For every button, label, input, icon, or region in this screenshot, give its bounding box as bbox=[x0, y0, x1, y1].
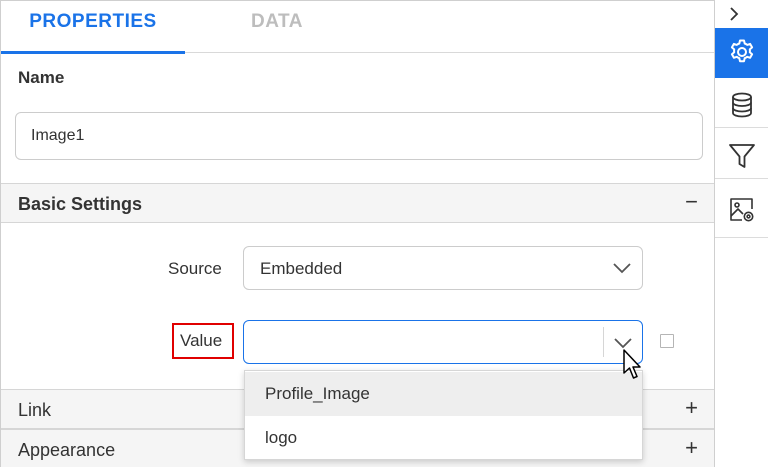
dropdown-option-logo[interactable]: logo bbox=[245, 416, 642, 460]
source-dropdown[interactable]: Embedded bbox=[243, 246, 643, 290]
dropdown-option-profile-image[interactable]: Profile_Image bbox=[245, 372, 642, 416]
source-label: Source bbox=[168, 259, 222, 278]
collapse-minus-icon[interactable]: − bbox=[685, 189, 698, 215]
basic-settings-header[interactable]: Basic Settings − bbox=[1, 183, 714, 223]
value-label: Value bbox=[180, 331, 223, 350]
name-label: Name bbox=[18, 68, 65, 87]
mouse-cursor-icon bbox=[623, 349, 641, 379]
tab-data[interactable]: DATA bbox=[185, 1, 369, 53]
collapse-panel-button[interactable] bbox=[715, 0, 768, 28]
basic-settings-title: Basic Settings bbox=[18, 194, 143, 214]
image-properties-button[interactable] bbox=[715, 182, 768, 238]
tab-bar: PROPERTIES DATA bbox=[1, 1, 714, 54]
link-section-title: Link bbox=[18, 400, 52, 420]
name-input[interactable] bbox=[15, 112, 703, 160]
appearance-section-title: Appearance bbox=[18, 440, 116, 460]
value-expression-checkbox[interactable] bbox=[660, 334, 674, 348]
expand-plus-icon[interactable]: + bbox=[685, 395, 698, 421]
data-source-button[interactable] bbox=[715, 80, 768, 128]
image-settings-icon bbox=[730, 198, 754, 222]
chevron-down-icon bbox=[613, 263, 631, 274]
chevron-right-icon bbox=[730, 7, 739, 21]
value-dropdown-popup: Profile_Image logo bbox=[244, 370, 643, 460]
properties-settings-button[interactable] bbox=[715, 28, 768, 78]
gear-icon bbox=[730, 39, 754, 63]
filter-button[interactable] bbox=[715, 131, 768, 179]
expand-plus-icon[interactable]: + bbox=[685, 435, 698, 461]
database-icon bbox=[732, 92, 752, 118]
filter-icon bbox=[729, 144, 755, 168]
value-dropdown[interactable] bbox=[243, 320, 643, 364]
source-selected-value: Embedded bbox=[260, 259, 343, 278]
dropdown-divider bbox=[603, 327, 604, 357]
right-toolbar bbox=[714, 0, 768, 467]
tab-properties[interactable]: PROPERTIES bbox=[1, 1, 185, 54]
